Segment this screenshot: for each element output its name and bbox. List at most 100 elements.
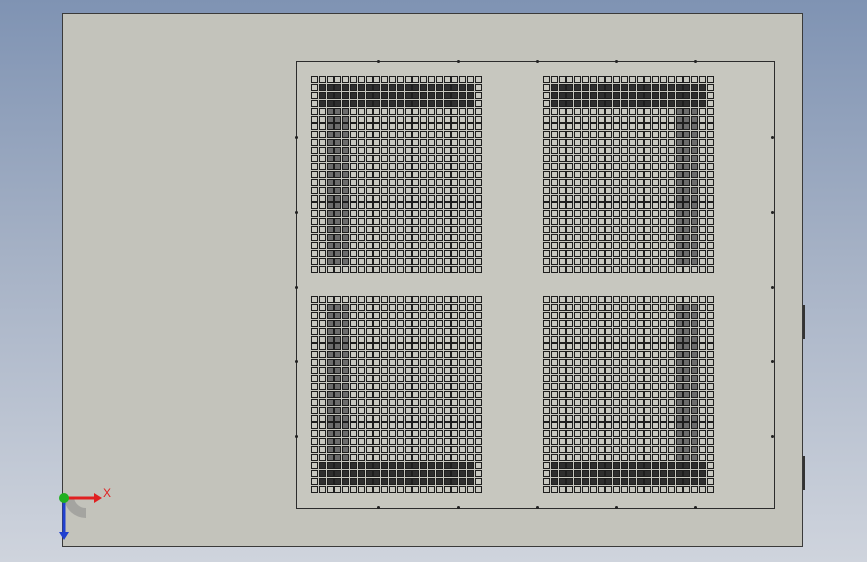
perforation-hole [467, 91, 474, 99]
perforation-hole [357, 241, 365, 249]
mounting-hole [295, 211, 298, 214]
perforation-hole [334, 438, 342, 446]
perforation-hole [566, 311, 574, 319]
perforation-hole [404, 265, 412, 273]
perforation-hole [589, 139, 597, 147]
perforation-hole [412, 461, 420, 469]
perforation-hole [318, 234, 326, 241]
perforation-hole [667, 147, 675, 155]
perforation-hole [428, 234, 435, 241]
perforation-hole [574, 311, 582, 319]
perforation-hole [675, 210, 683, 218]
perforation-hole [566, 249, 574, 257]
perforation-hole [543, 398, 550, 406]
perforation-hole [404, 422, 412, 430]
perforation-hole [652, 469, 660, 477]
perforation-hole [605, 115, 613, 123]
perforation-hole [451, 351, 459, 359]
perforation-hole [318, 469, 326, 477]
perforation-hole [706, 485, 714, 493]
graphics-viewport[interactable]: X [0, 0, 867, 562]
perforation-hole [691, 83, 699, 91]
perforation-hole [326, 359, 334, 367]
perforation-hole [558, 194, 566, 202]
perforation-hole [605, 367, 613, 375]
perforation-hole [342, 469, 350, 477]
perforation-hole [428, 83, 435, 91]
perforation-hole [350, 139, 357, 147]
perforation-hole [467, 430, 474, 438]
perforation-hole [334, 131, 342, 139]
perforation-hole [628, 76, 636, 83]
perforation-hole [589, 430, 597, 438]
perforation-hole [589, 382, 597, 390]
perforation-hole [318, 241, 326, 249]
perforation-hole [467, 335, 474, 343]
perforation-hole [443, 241, 451, 249]
perforation-hole [420, 139, 428, 147]
perforation-hole [350, 234, 357, 241]
perforation-hole [357, 265, 365, 273]
perforation-hole [428, 422, 435, 430]
perforation-hole [605, 139, 613, 147]
perforation-hole [326, 398, 334, 406]
perforation-hole [589, 83, 597, 91]
perforation-hole [420, 430, 428, 438]
perforation-hole [667, 241, 675, 249]
perforation-hole [396, 461, 404, 469]
perforation-hole [311, 218, 318, 226]
mounting-hole [536, 60, 539, 63]
perforation-hole [644, 194, 652, 202]
perforation-hole [589, 218, 597, 226]
perforation-hole [365, 265, 373, 273]
perforation-hole [326, 99, 334, 107]
perforation-hole [365, 257, 373, 265]
perforation-hole [582, 265, 589, 273]
perforation-hole [373, 178, 381, 186]
perforation-hole [597, 265, 605, 273]
perforation-hole [412, 469, 420, 477]
perforation-hole [543, 265, 550, 273]
perforation-hole [342, 147, 350, 155]
perforation-hole [467, 367, 474, 375]
perforated-panel[interactable] [295, 60, 775, 509]
perforation-hole [683, 311, 691, 319]
perforation-hole [652, 335, 660, 343]
perforation-hole [566, 430, 574, 438]
perforation-hole [381, 327, 389, 335]
perforation-hole [691, 406, 699, 414]
perforation-hole [706, 226, 714, 234]
perforation-hole [550, 186, 558, 194]
perforation-hole [467, 398, 474, 406]
perforation-hole [389, 115, 396, 123]
perforation-hole [396, 485, 404, 493]
perforation-hole [660, 155, 667, 162]
perforation-hole [404, 303, 412, 311]
perforation-hole [699, 469, 706, 477]
perforation-hole [443, 147, 451, 155]
perforation-hole [628, 414, 636, 422]
perforation-hole [443, 83, 451, 91]
perforation-hole [350, 430, 357, 438]
perforation-hole [326, 319, 334, 327]
perforation-hole [652, 319, 660, 327]
perforation-hole [691, 351, 699, 359]
perforation-hole [459, 155, 467, 162]
perforation-hole [699, 123, 706, 131]
perforation-hole [613, 83, 621, 91]
perforation-hole [550, 382, 558, 390]
perforation-hole [443, 162, 451, 170]
perforation-hole [350, 107, 357, 115]
perforation-hole [334, 406, 342, 414]
perforation-hole [318, 257, 326, 265]
perforation-hole [459, 107, 467, 115]
perforation-hole [566, 351, 574, 359]
perforation-hole [628, 123, 636, 131]
perforation-hole [435, 398, 443, 406]
perforation-hole [381, 210, 389, 218]
perforation-hole [357, 162, 365, 170]
perforation-hole [350, 303, 357, 311]
perforation-hole [318, 454, 326, 461]
perforation-hole [605, 351, 613, 359]
perforation-hole [597, 469, 605, 477]
